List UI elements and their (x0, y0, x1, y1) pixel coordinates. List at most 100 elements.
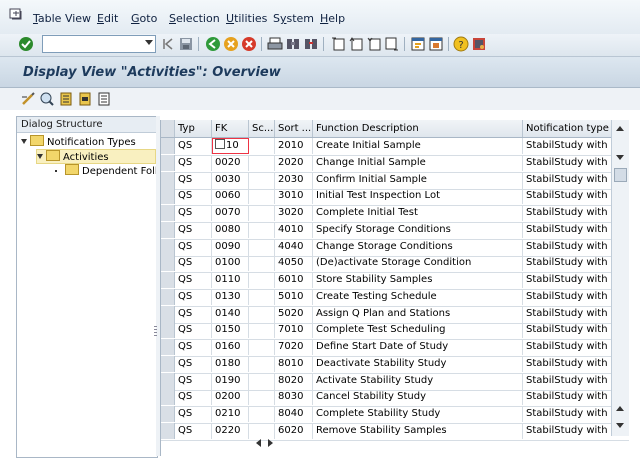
exit-icon[interactable] (223, 36, 239, 52)
column-header-typ[interactable]: Typ (175, 120, 212, 137)
table-row[interactable]: QS 0130 5010 Create Testing Schedule StabilS… (161, 288, 629, 307)
cell-sort[interactable]: 7020 (275, 339, 313, 355)
tree-node-dependent-follow[interactable]: Dependent Follo (55, 164, 164, 177)
cell-sc[interactable] (249, 389, 275, 406)
table-row[interactable]: QS 0200 8030 Cancel Stability Study StabilSt… (161, 389, 629, 408)
cell-sort[interactable]: 2010 (275, 138, 313, 154)
menu-selection[interactable]: Selection (169, 12, 220, 25)
cell-fk[interactable]: 0150 (212, 322, 249, 339)
cell-function-description[interactable]: (De)activate Storage Condition (313, 255, 523, 272)
cell-fk[interactable]: 0030 (212, 171, 249, 188)
first-page-icon[interactable] (330, 36, 346, 52)
scroll-thumb[interactable] (614, 168, 627, 182)
chevron-down-icon[interactable] (21, 139, 27, 144)
cell-sc[interactable] (249, 171, 275, 188)
menu-system[interactable]: System (273, 12, 314, 25)
cell-typ[interactable]: QS (175, 188, 212, 205)
cell-typ[interactable]: QS (175, 205, 212, 221)
row-selector[interactable] (161, 205, 175, 221)
cell-function-description[interactable]: Define Start Date of Study (313, 339, 523, 355)
scroll-up-icon[interactable] (616, 406, 624, 411)
column-header-sort[interactable]: Sort ... (275, 120, 313, 137)
horizontal-scrollbar[interactable] (176, 436, 288, 450)
cell-sc[interactable] (249, 305, 275, 322)
save-icon[interactable] (178, 36, 194, 52)
tree-node-notification-types[interactable]: Notification Types (21, 135, 136, 148)
scroll-down-icon[interactable] (616, 423, 624, 428)
cell-sc[interactable] (249, 138, 275, 154)
customize-layout-icon[interactable] (471, 36, 487, 52)
cell-sc[interactable] (249, 322, 275, 339)
cell-sort[interactable]: 2030 (275, 171, 313, 188)
cell-typ[interactable]: QS (175, 372, 212, 389)
cell-typ[interactable]: QS (175, 255, 212, 272)
table-row[interactable]: QS 0060 3010 Initial Test Inspection Lot Sta… (161, 188, 629, 207)
value-help-icon[interactable] (215, 139, 225, 149)
cell-function-description[interactable]: Activate Stability Study (313, 372, 523, 389)
next-page-icon[interactable] (366, 36, 382, 52)
row-selector[interactable] (161, 188, 175, 205)
display-change-icon[interactable] (20, 91, 36, 107)
cell-function-description[interactable]: Complete Initial Test (313, 205, 523, 221)
scroll-left-icon[interactable] (256, 439, 261, 447)
help-icon[interactable]: ? (453, 36, 469, 52)
shortcut-icon[interactable] (428, 36, 444, 52)
cell-fk[interactable]: 0190 (212, 372, 249, 389)
cell-fk[interactable]: 0160 (212, 339, 249, 355)
cell-typ[interactable]: QS (175, 138, 212, 154)
deselect-all-icon[interactable] (96, 91, 112, 107)
cell-fk[interactable]: 0140 (212, 305, 249, 322)
cell-function-description[interactable]: Change Initial Sample (313, 154, 523, 171)
cell-typ[interactable]: QS (175, 406, 212, 422)
cell-function-description[interactable]: Deactivate Stability Study (313, 355, 523, 372)
select-all-cell[interactable] (161, 120, 175, 137)
cell-function-description[interactable]: Create Testing Schedule (313, 288, 523, 305)
table-row[interactable]: QS 0160 7020 Define Start Date of Study Stab… (161, 339, 629, 357)
find-next-icon[interactable] (303, 36, 319, 52)
cell-fk[interactable]: 0070 (212, 205, 249, 221)
row-selector[interactable] (161, 255, 175, 272)
cell-fk[interactable]: 0090 (212, 238, 249, 255)
menu-goto[interactable]: Goto (131, 12, 157, 25)
cell-function-description[interactable]: Store Stability Samples (313, 272, 523, 288)
cell-function-description[interactable]: Create Initial Sample (313, 138, 523, 154)
cell-sc[interactable] (249, 406, 275, 422)
row-selector[interactable] (161, 154, 175, 171)
cell-fk[interactable]: 10 (212, 138, 249, 154)
cell-typ[interactable]: QS (175, 171, 212, 188)
cell-sort[interactable]: 3010 (275, 188, 313, 205)
cell-function-description[interactable]: Remove Stability Samples (313, 422, 523, 439)
command-field[interactable] (42, 35, 156, 53)
table-row[interactable]: QS 0020 2020 Change Initial Sample StabilStu… (161, 154, 629, 173)
cell-fk[interactable]: 0130 (212, 288, 249, 305)
cell-function-description[interactable]: Assign Q Plan and Stations (313, 305, 523, 322)
cell-sort[interactable]: 6010 (275, 272, 313, 288)
vertical-scrollbar[interactable] (611, 120, 629, 436)
chevron-down-icon[interactable] (145, 40, 153, 45)
cell-sc[interactable] (249, 154, 275, 171)
enter-check-icon[interactable] (18, 36, 34, 52)
cell-fk[interactable]: 0200 (212, 389, 249, 406)
menu-help[interactable]: Help (320, 12, 345, 25)
row-selector[interactable] (161, 305, 175, 322)
row-selector[interactable] (161, 238, 175, 255)
cell-sort[interactable]: 5010 (275, 288, 313, 305)
column-header-function-description[interactable]: Function Description (313, 120, 523, 137)
row-selector[interactable] (161, 422, 175, 439)
collapse-icon[interactable] (160, 36, 176, 52)
cell-function-description[interactable]: Specify Storage Conditions (313, 221, 523, 238)
cell-fk[interactable]: 0080 (212, 221, 249, 238)
cell-sort[interactable]: 4050 (275, 255, 313, 272)
cell-typ[interactable]: QS (175, 355, 212, 372)
cell-sc[interactable] (249, 288, 275, 305)
cell-sort[interactable]: 8020 (275, 372, 313, 389)
cell-sort[interactable]: 2020 (275, 154, 313, 171)
table-row[interactable]: QS 0080 4010 Specify Storage Conditions Stab… (161, 221, 629, 240)
row-selector[interactable] (161, 355, 175, 372)
cell-typ[interactable]: QS (175, 272, 212, 288)
cell-sc[interactable] (249, 272, 275, 288)
table-row[interactable]: QS 0210 8040 Complete Stability Study Stabil… (161, 406, 629, 424)
cell-typ[interactable]: QS (175, 154, 212, 171)
row-selector[interactable] (161, 272, 175, 288)
cell-fk[interactable]: 0060 (212, 188, 249, 205)
